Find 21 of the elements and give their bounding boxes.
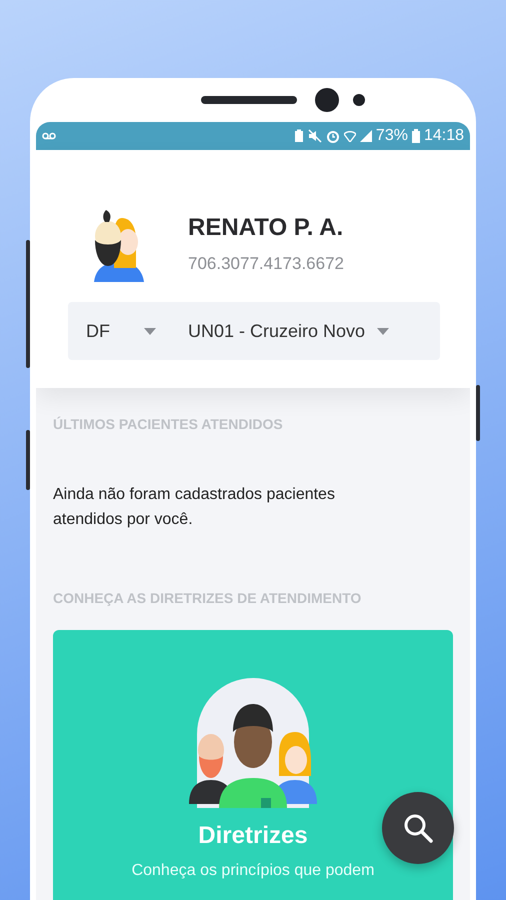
caret-icon — [144, 328, 156, 334]
caret-icon — [377, 328, 390, 334]
search-icon — [402, 812, 434, 844]
empty-message: Ainda não foram cadastrados pacientes atendidos por você. — [53, 485, 336, 530]
wifi-icon — [344, 130, 356, 142]
mute-icon — [308, 129, 322, 143]
dropdown[interactable]: DF — [86, 320, 156, 342]
clock: 14:18 — [424, 127, 464, 145]
signal-icon — [360, 130, 372, 142]
card-description: Conheça os princípios que podem — [132, 862, 374, 880]
dropdown[interactable]: UN01 - Cruzeiro Novo — [188, 320, 390, 342]
sensor-icon — [353, 94, 365, 106]
user-id: 706.3077.4173.6672 — [188, 254, 344, 274]
user-name: RENATO P. A. — [188, 214, 344, 242]
battery-saver-icon — [294, 129, 304, 143]
battery-percentage: 73% — [376, 127, 408, 145]
camera-icon — [315, 88, 339, 112]
card-title: Diretrizes — [198, 822, 308, 850]
battery-icon — [412, 129, 420, 143]
alarm-icon — [326, 129, 340, 143]
voicemail-icon — [42, 131, 56, 141]
